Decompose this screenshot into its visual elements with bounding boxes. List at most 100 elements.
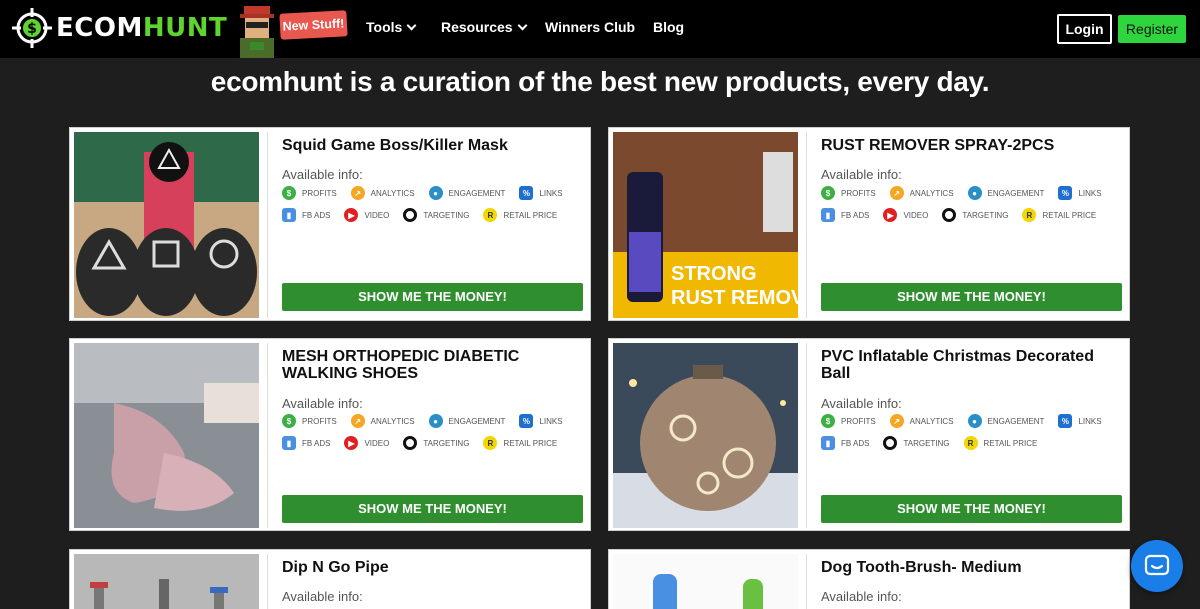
target-icon <box>942 208 957 222</box>
retail-r-icon: R <box>483 208 498 222</box>
target-icon <box>883 436 898 450</box>
top-navbar: $ ECOMHUNT New Stuff! Tools Resources Wi… <box>0 0 1200 58</box>
trend-icon: ↗ <box>889 414 904 428</box>
user-icon: ● <box>967 414 982 428</box>
show-me-the-money-button[interactable]: SHOW ME THE MONEY! <box>282 283 583 311</box>
available-info-label: Available info: <box>821 589 902 604</box>
card-divider <box>267 132 268 318</box>
tag-retail-price: R RETAIL PRICE <box>963 436 1037 450</box>
tag-targeting: TARGETING <box>403 436 469 450</box>
tag-links: % LINKS <box>519 186 563 200</box>
available-info-label: Available info: <box>282 167 363 182</box>
tag-retail-price: R RETAIL PRICE <box>483 436 557 450</box>
tag-links: % LINKS <box>1058 414 1102 428</box>
image-text-rust-removal: RUST REMOVAL <box>671 287 798 309</box>
tag-profits: $ PROFITS <box>282 414 337 428</box>
tag-engagement: ● ENGAGEMENT <box>967 414 1044 428</box>
dollar-icon: $ <box>821 414 835 428</box>
product-title[interactable]: Squid Game Boss/Killer Mask <box>282 137 582 154</box>
tag-engagement: ● ENGAGEMENT <box>428 186 505 200</box>
card-divider <box>267 554 268 609</box>
play-icon: ▶ <box>344 436 359 450</box>
tag-analytics: ↗ ANALYTICS <box>889 414 954 428</box>
product-title[interactable]: Dip N Go Pipe <box>282 559 582 576</box>
show-me-the-money-button[interactable]: SHOW ME THE MONEY! <box>282 495 583 523</box>
tag-video: ▶ VIDEO <box>344 208 389 222</box>
tag-targeting: TARGETING <box>942 208 1008 222</box>
card-divider <box>806 132 807 318</box>
trend-icon: ↗ <box>889 186 904 200</box>
product-image-christmas-ball[interactable] <box>613 343 798 528</box>
product-title[interactable]: MESH ORTHOPEDIC DIABETIC WALKING SHOES <box>282 348 582 382</box>
tag-fb-ads: ▮ FB ADS <box>282 208 330 222</box>
product-image-squid-mask[interactable] <box>74 132 259 318</box>
trend-icon: ↗ <box>350 414 365 428</box>
product-image-mesh-shoes[interactable] <box>74 343 259 528</box>
login-button[interactable]: Login <box>1057 14 1112 44</box>
product-image-rust-remover[interactable]: STRONG RUST REMOVAL <box>613 132 798 318</box>
bar-chart-icon: ▮ <box>821 436 835 450</box>
nav-tools[interactable]: Tools <box>366 19 417 35</box>
target-icon <box>403 208 418 222</box>
info-tags: $ PROFITS ↗ ANALYTICS ● ENGAGEMENT % LINKS ▮… <box>282 410 582 454</box>
mascot-character-icon <box>240 6 274 58</box>
nav-blog[interactable]: Blog <box>653 19 684 35</box>
user-icon: ● <box>967 186 982 200</box>
available-info-label: Available info: <box>821 396 902 411</box>
tag-profits: $ PROFITS <box>821 186 876 200</box>
bar-chart-icon: ▮ <box>282 208 296 222</box>
show-me-the-money-button[interactable]: SHOW ME THE MONEY! <box>821 495 1122 523</box>
tag-targeting: TARGETING <box>403 208 469 222</box>
play-icon: ▶ <box>344 208 359 222</box>
user-icon: ● <box>428 186 443 200</box>
tag-fb-ads: ▮ FB ADS <box>282 436 330 450</box>
tag-targeting: TARGETING <box>883 436 950 450</box>
chevron-down-icon <box>406 20 417 30</box>
ecomhunt-logo[interactable]: $ ECOMHUNT <box>12 8 227 48</box>
tag-analytics: ↗ ANALYTICS <box>350 186 415 200</box>
product-image-dog-toothbrush[interactable] <box>613 554 798 609</box>
dollar-icon: $ <box>282 186 296 200</box>
product-title[interactable]: RUST REMOVER SPRAY-2PCS <box>821 137 1121 154</box>
retail-r-icon: R <box>1022 208 1037 222</box>
available-info-label: Available info: <box>821 167 902 182</box>
svg-text:$: $ <box>27 21 37 37</box>
tag-retail-price: R RETAIL PRICE <box>483 208 557 222</box>
bar-chart-icon: ▮ <box>282 436 296 450</box>
product-card[interactable]: Dip N Go Pipe Available info: <box>69 549 591 609</box>
product-image-dip-n-go-pipe[interactable] <box>74 554 259 609</box>
register-button[interactable]: Register <box>1118 15 1186 43</box>
card-divider <box>806 343 807 528</box>
tag-links: % LINKS <box>1058 186 1102 200</box>
tag-retail-price: R RETAIL PRICE <box>1022 208 1096 222</box>
tag-profits: $ PROFITS <box>282 186 337 200</box>
dollar-icon: $ <box>282 414 296 428</box>
product-title[interactable]: Dog Tooth-Brush- Medium <box>821 559 1121 576</box>
tag-profits: $ PROFITS <box>821 414 876 428</box>
nav-winners-club[interactable]: Winners Club <box>545 19 635 35</box>
logo-wordmark: ECOMHUNT <box>56 13 228 43</box>
chat-launcher-button[interactable] <box>1131 540 1183 592</box>
tag-fb-ads: ▮ FB ADS <box>821 436 869 450</box>
tag-analytics: ↗ ANALYTICS <box>889 186 954 200</box>
product-card[interactable]: MESH ORTHOPEDIC DIABETIC WALKING SHOES A… <box>69 338 591 531</box>
chat-icon <box>1144 554 1170 576</box>
nav-resources[interactable]: Resources <box>441 19 528 35</box>
image-text-strong: STRONG <box>671 263 757 285</box>
product-title[interactable]: PVC Inflatable Christmas Decorated Ball <box>821 348 1121 382</box>
target-icon <box>403 436 418 450</box>
info-tags: $ PROFITS ↗ ANALYTICS ● ENGAGEMENT % LINKS ▮… <box>821 182 1121 226</box>
new-stuff-badge[interactable]: New Stuff! <box>279 10 348 40</box>
product-card[interactable]: Dog Tooth-Brush- Medium Available info: <box>608 549 1130 609</box>
play-icon: ▶ <box>883 208 898 222</box>
product-card[interactable]: Squid Game Boss/Killer Mask Available in… <box>69 127 591 321</box>
crosshair-dollar-icon: $ <box>12 8 52 48</box>
trend-icon: ↗ <box>350 186 365 200</box>
product-card[interactable]: STRONG RUST REMOVAL RUST REMOVER SPRAY-2… <box>608 127 1130 321</box>
tag-engagement: ● ENGAGEMENT <box>967 186 1044 200</box>
product-card[interactable]: PVC Inflatable Christmas Decorated Ball … <box>608 338 1130 531</box>
user-icon: ● <box>428 414 443 428</box>
tag-video: ▶ VIDEO <box>883 208 928 222</box>
show-me-the-money-button[interactable]: SHOW ME THE MONEY! <box>821 283 1122 311</box>
tag-analytics: ↗ ANALYTICS <box>350 414 415 428</box>
